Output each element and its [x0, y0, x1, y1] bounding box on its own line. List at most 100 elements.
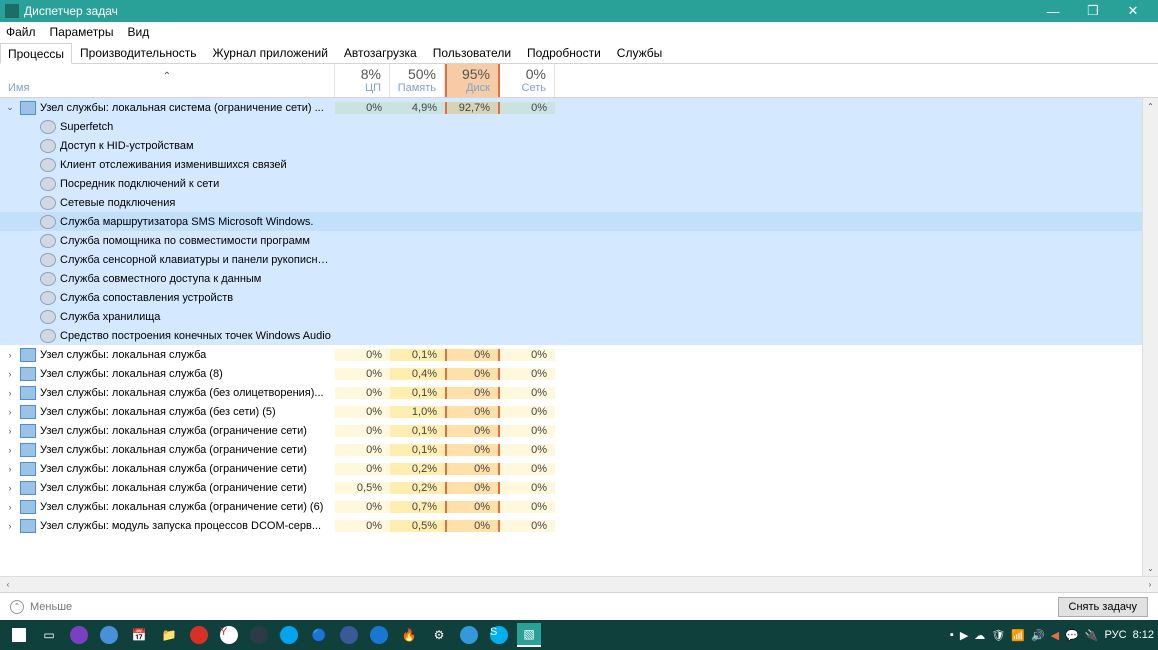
close-button[interactable]: ✕ [1113, 0, 1153, 22]
taskbar-app-5[interactable] [187, 623, 211, 647]
service-child-row[interactable]: Посредник подключений к сети [0, 174, 1158, 193]
tab-processes[interactable]: Процессы [0, 43, 72, 64]
taskbar[interactable]: ▭ 📅 📁 Y 🔵 🔥 ⚙ S ▧ ▪ ▶ ☁ 🛡 📶 🔊 ◀ 💬 🔌 РУС … [0, 620, 1158, 650]
tray-clock[interactable]: 8:12 [1133, 629, 1154, 641]
gear-icon [40, 139, 56, 153]
header-name-label: Имя [8, 82, 326, 94]
taskbar-app-active[interactable]: ▧ [517, 623, 541, 647]
vertical-scrollbar[interactable]: ⌃ ⌄ [1142, 98, 1158, 576]
taskbar-app-15[interactable]: S [487, 623, 511, 647]
process-row[interactable]: ›Узел службы: локальная служба (ограниче… [0, 497, 1158, 516]
tray-icon[interactable]: ◀ [1051, 629, 1059, 642]
process-row[interactable]: ›Узел службы: локальная служба0%0,1%0%0% [0, 345, 1158, 364]
service-child-row[interactable]: Служба совместного доступа к данным [0, 269, 1158, 288]
start-button[interactable] [7, 623, 31, 647]
app-icon [5, 4, 19, 18]
column-headers: ⌃ Имя 8% ЦП 50% Память 95% Диск 0% Сеть [0, 64, 1158, 98]
taskbar-app-6[interactable]: Y [217, 623, 241, 647]
service-host-icon [20, 348, 36, 362]
system-tray[interactable]: ▪ ▶ ☁ 🛡 📶 🔊 ◀ 💬 🔌 РУС 8:12 [950, 629, 1154, 642]
taskbar-app-8[interactable] [277, 623, 301, 647]
service-host-icon [20, 519, 36, 533]
process-row[interactable]: ⌄Узел службы: локальная система (огранич… [0, 98, 1158, 117]
service-host-icon [20, 405, 36, 419]
service-child-row[interactable]: Superfetch [0, 117, 1158, 136]
tray-icon[interactable]: ▶ [960, 629, 968, 642]
service-child-row[interactable]: Средство построения конечных точек Windo… [0, 326, 1158, 345]
service-host-icon [20, 443, 36, 457]
tabs: Процессы Производительность Журнал прило… [0, 42, 1158, 64]
tray-wifi-icon[interactable]: 📶 [1011, 629, 1025, 642]
menu-options[interactable]: Параметры [50, 25, 114, 39]
header-disk[interactable]: 95% Диск [445, 64, 500, 97]
tray-language[interactable]: РУС [1105, 629, 1127, 641]
taskbar-app-11[interactable] [367, 623, 391, 647]
service-child-row[interactable]: Доступ к HID-устройствам [0, 136, 1158, 155]
scroll-down-icon[interactable]: ⌄ [1143, 560, 1158, 576]
service-child-row[interactable]: Служба маршрутизатора SMS Microsoft Wind… [0, 212, 1158, 231]
header-name[interactable]: ⌃ Имя [0, 64, 335, 97]
task-view-icon[interactable]: ▭ [37, 623, 61, 647]
process-row[interactable]: ›Узел службы: локальная служба (ограниче… [0, 440, 1158, 459]
process-row[interactable]: ›Узел службы: локальная служба (ограниче… [0, 421, 1158, 440]
tray-icon[interactable]: ▪ [950, 629, 954, 641]
tab-services[interactable]: Службы [609, 42, 670, 63]
tab-performance[interactable]: Производительность [72, 42, 204, 63]
gear-icon [40, 272, 56, 286]
gear-icon [40, 310, 56, 324]
process-row[interactable]: ›Узел службы: локальная служба (ограниче… [0, 478, 1158, 497]
scroll-up-icon[interactable]: ⌃ [1143, 98, 1158, 114]
tray-power-icon[interactable]: 🔌 [1085, 629, 1099, 642]
taskbar-app-3[interactable]: 📅 [127, 623, 151, 647]
taskbar-app-12[interactable]: 🔥 [397, 623, 421, 647]
taskbar-app-13[interactable]: ⚙ [427, 623, 451, 647]
scroll-left-icon[interactable]: ‹ [0, 577, 16, 592]
process-row[interactable]: ›Узел службы: локальная служба (без олиц… [0, 383, 1158, 402]
service-child-row[interactable]: Служба сопоставления устройств [0, 288, 1158, 307]
service-child-row[interactable]: Служба сенсорной клавиатуры и панели рук… [0, 250, 1158, 269]
taskbar-app-1[interactable] [67, 623, 91, 647]
maximize-button[interactable]: ❐ [1073, 0, 1113, 22]
tray-icon[interactable]: 🛡 [991, 629, 1005, 642]
tab-app-history[interactable]: Журнал приложений [205, 42, 336, 63]
fewer-details-button[interactable]: ⌃ Меньше [10, 600, 72, 614]
process-row[interactable]: ›Узел службы: локальная служба (ограниче… [0, 459, 1158, 478]
service-child-row[interactable]: Клиент отслеживания изменившихся связей [0, 155, 1158, 174]
service-child-row[interactable]: Служба хранилища [0, 307, 1158, 326]
header-memory[interactable]: 50% Память [390, 64, 445, 97]
process-row[interactable]: ›Узел службы: локальная служба (8)0%0,4%… [0, 364, 1158, 383]
menu-view[interactable]: Вид [127, 25, 149, 39]
tray-action-center-icon[interactable]: 💬 [1065, 629, 1079, 642]
chevron-up-icon: ⌃ [10, 600, 24, 614]
end-task-button[interactable]: Снять задачу [1058, 597, 1149, 617]
horizontal-scrollbar[interactable]: ‹ › [0, 576, 1158, 592]
header-cpu[interactable]: 8% ЦП [335, 64, 390, 97]
scroll-right-icon[interactable]: › [1142, 577, 1158, 592]
gear-icon [40, 329, 56, 343]
taskbar-app-7[interactable] [247, 623, 271, 647]
service-host-icon [20, 101, 36, 115]
service-host-icon [20, 481, 36, 495]
minimize-button[interactable]: — [1033, 0, 1073, 22]
process-list[interactable]: ⌄Узел службы: локальная система (огранич… [0, 98, 1158, 576]
menu-file[interactable]: Файл [6, 25, 36, 39]
titlebar[interactable]: Диспетчер задач — ❐ ✕ [0, 0, 1158, 22]
process-row[interactable]: ›Узел службы: локальная служба (без сети… [0, 402, 1158, 421]
service-host-icon [20, 386, 36, 400]
gear-icon [40, 196, 56, 210]
taskbar-app-10[interactable] [337, 623, 361, 647]
service-host-icon [20, 367, 36, 381]
tray-volume-icon[interactable]: 🔊 [1031, 629, 1045, 642]
tab-details[interactable]: Подробности [519, 42, 609, 63]
service-child-row[interactable]: Служба помощника по совместимости програ… [0, 231, 1158, 250]
header-network[interactable]: 0% Сеть [500, 64, 555, 97]
tab-users[interactable]: Пользователи [425, 42, 519, 63]
service-child-row[interactable]: Сетевые подключения [0, 193, 1158, 212]
taskbar-app-14[interactable] [457, 623, 481, 647]
tab-startup[interactable]: Автозагрузка [336, 42, 425, 63]
tray-icon[interactable]: ☁ [974, 629, 985, 642]
taskbar-app-9[interactable]: 🔵 [307, 623, 331, 647]
taskbar-app-4[interactable]: 📁 [157, 623, 181, 647]
process-row[interactable]: ›Узел службы: модуль запуска процессов D… [0, 516, 1158, 535]
taskbar-app-2[interactable] [97, 623, 121, 647]
